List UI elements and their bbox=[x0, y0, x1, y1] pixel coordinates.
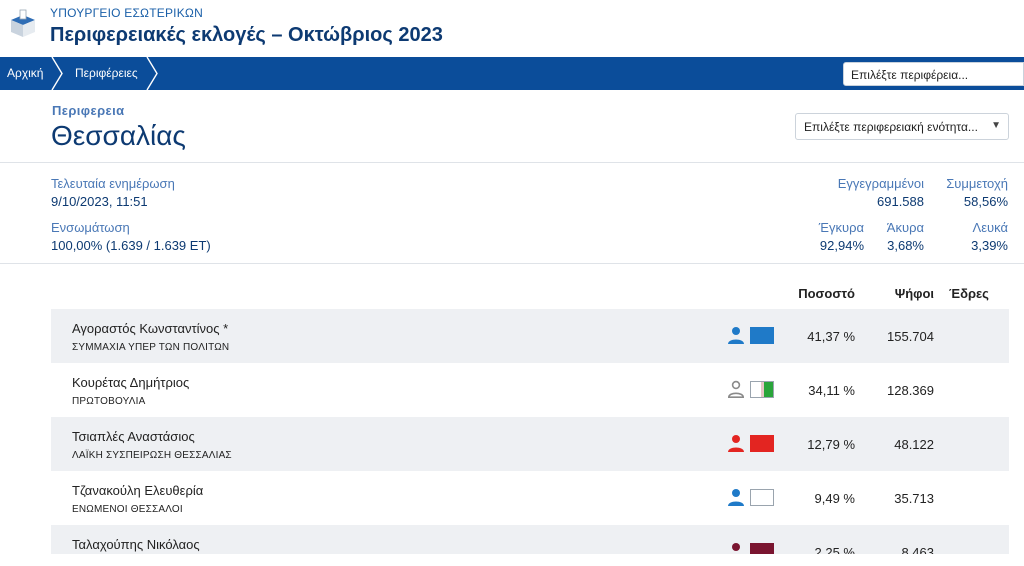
registered-label: Εγγεγραμμένοι bbox=[837, 176, 924, 191]
ministry-label: ΥΠΟΥΡΓΕΙΟ ΕΣΩΤΕΡΙΚΩΝ bbox=[50, 6, 203, 20]
candidate-name: Αγοραστός Κωνσταντίνος * bbox=[72, 321, 229, 336]
candidate-row[interactable]: Τζανακούλη Ελευθερία ΕΝΩΜΕΝΟΙ ΘΕΣΣΑΛΟΙ 9… bbox=[51, 471, 1009, 525]
candidate-name: Τζανακούλη Ελευθερία bbox=[72, 483, 204, 498]
person-icon bbox=[728, 435, 744, 452]
seats-column-header: Έδρες bbox=[949, 286, 989, 301]
candidate-name: Κουρέτας Δημήτριος bbox=[72, 375, 190, 390]
last-update-label: Τελευταία ενημέρωση bbox=[51, 176, 175, 191]
region-select[interactable]: Επιλέξτε περιφέρεια... bbox=[843, 62, 1024, 86]
party-name: ΠΡΩΤΟΒΟΥΛΙΑ bbox=[72, 396, 146, 407]
invalid-value: 3,68% bbox=[887, 238, 924, 253]
regional-unit-select-text: Επιλέξτε περιφερειακή ενότητα... bbox=[804, 120, 978, 134]
breadcrumb-chevron-icon bbox=[51, 57, 63, 90]
region-name: Θεσσαλίας bbox=[51, 120, 186, 151]
integration-label: Ενσωμάτωση bbox=[51, 220, 130, 235]
last-update-value: 9/10/2023, 11:51 bbox=[51, 194, 148, 209]
candidate-row[interactable]: Τσιαπλές Αναστάσιος ΛΑΪΚΗ ΣΥΣΠΕΙΡΩΣΗ ΘΕΣ… bbox=[51, 417, 1009, 471]
site-header: ΥΠΟΥΡΓΕΙΟ ΕΣΩΤΕΡΙΚΩΝ Περιφερειακές εκλογ… bbox=[0, 0, 1024, 57]
candidate-votes: 155.704 bbox=[887, 329, 934, 344]
breadcrumb-regions-link[interactable]: Περιφέρειες bbox=[75, 57, 138, 90]
candidate-votes: 8.463 bbox=[901, 545, 934, 554]
candidate-row[interactable]: Ταλαχούπης Νικόλαος 2,25 % 8.463 bbox=[51, 525, 1009, 554]
candidate-row[interactable]: Αγοραστός Κωνσταντίνος * ΣΥΜΜΑΧΙΑ ΥΠΕΡ Τ… bbox=[51, 309, 1009, 363]
invalid-label: Άκυρα bbox=[886, 220, 924, 235]
registered-value: 691.588 bbox=[877, 194, 924, 209]
ballot-box-icon[interactable] bbox=[8, 8, 38, 38]
breadcrumb-home-link[interactable]: Αρχική bbox=[7, 57, 43, 90]
valid-value: 92,94% bbox=[819, 238, 864, 253]
turnout-label: Συμμετοχή bbox=[946, 176, 1008, 191]
blank-label: Λευκά bbox=[972, 220, 1008, 235]
percent-column-header: Ποσοστό bbox=[798, 286, 855, 301]
page-title[interactable]: Περιφερειακές εκλογές – Οκτώβριος 2023 bbox=[50, 24, 443, 47]
party-name: ΕΝΩΜΕΝΟΙ ΘΕΣΣΑΛΟΙ bbox=[72, 504, 183, 515]
candidate-percent: 34,11 % bbox=[808, 383, 855, 398]
party-color-swatch bbox=[750, 489, 774, 506]
candidate-votes: 48.122 bbox=[894, 437, 934, 452]
candidate-votes: 35.713 bbox=[894, 491, 934, 506]
party-color-swatch bbox=[750, 435, 774, 452]
candidate-percent: 9,49 % bbox=[814, 491, 855, 506]
party-color-swatch bbox=[750, 381, 774, 398]
party-name: ΛΑΪΚΗ ΣΥΣΠΕΙΡΩΣΗ ΘΕΣΣΑΛΙΑΣ bbox=[72, 450, 232, 461]
person-outline-icon bbox=[727, 380, 745, 398]
person-icon bbox=[728, 489, 744, 506]
candidate-name: Ταλαχούπης Νικόλαος bbox=[72, 537, 200, 552]
regional-unit-select[interactable]: Επιλέξτε περιφερειακή ενότητα... ▼ bbox=[795, 113, 1009, 140]
votes-column-header: Ψήφοι bbox=[894, 286, 934, 301]
turnout-value: 58,56% bbox=[963, 194, 1008, 209]
person-icon bbox=[732, 543, 740, 551]
candidate-row[interactable]: Κουρέτας Δημήτριος ΠΡΩΤΟΒΟΥΛΙΑ 34,11 % 1… bbox=[51, 363, 1009, 417]
person-icon bbox=[728, 327, 744, 344]
candidate-votes: 128.369 bbox=[887, 383, 934, 398]
candidate-percent: 12,79 % bbox=[807, 437, 855, 452]
party-name: ΣΥΜΜΑΧΙΑ ΥΠΕΡ ΤΩΝ ΠΟΛΙΤΩΝ bbox=[72, 342, 230, 353]
region-label: Περιφερεια bbox=[52, 103, 125, 118]
valid-label: Έγκυρα bbox=[818, 220, 864, 235]
integration-value: 100,00% (1.639 / 1.639 ΕΤ) bbox=[51, 238, 211, 253]
party-color-swatch bbox=[750, 327, 774, 344]
candidate-percent: 41,37 % bbox=[807, 329, 855, 344]
blank-value: 3,39% bbox=[971, 238, 1008, 253]
party-color-swatch bbox=[750, 543, 774, 554]
divider bbox=[0, 162, 1024, 163]
breadcrumb-chevron-icon bbox=[146, 57, 158, 90]
candidate-percent: 2,25 % bbox=[814, 545, 855, 554]
chevron-down-icon: ▼ bbox=[991, 120, 1001, 131]
divider bbox=[0, 263, 1024, 264]
candidate-name: Τσιαπλές Αναστάσιος bbox=[72, 429, 195, 444]
